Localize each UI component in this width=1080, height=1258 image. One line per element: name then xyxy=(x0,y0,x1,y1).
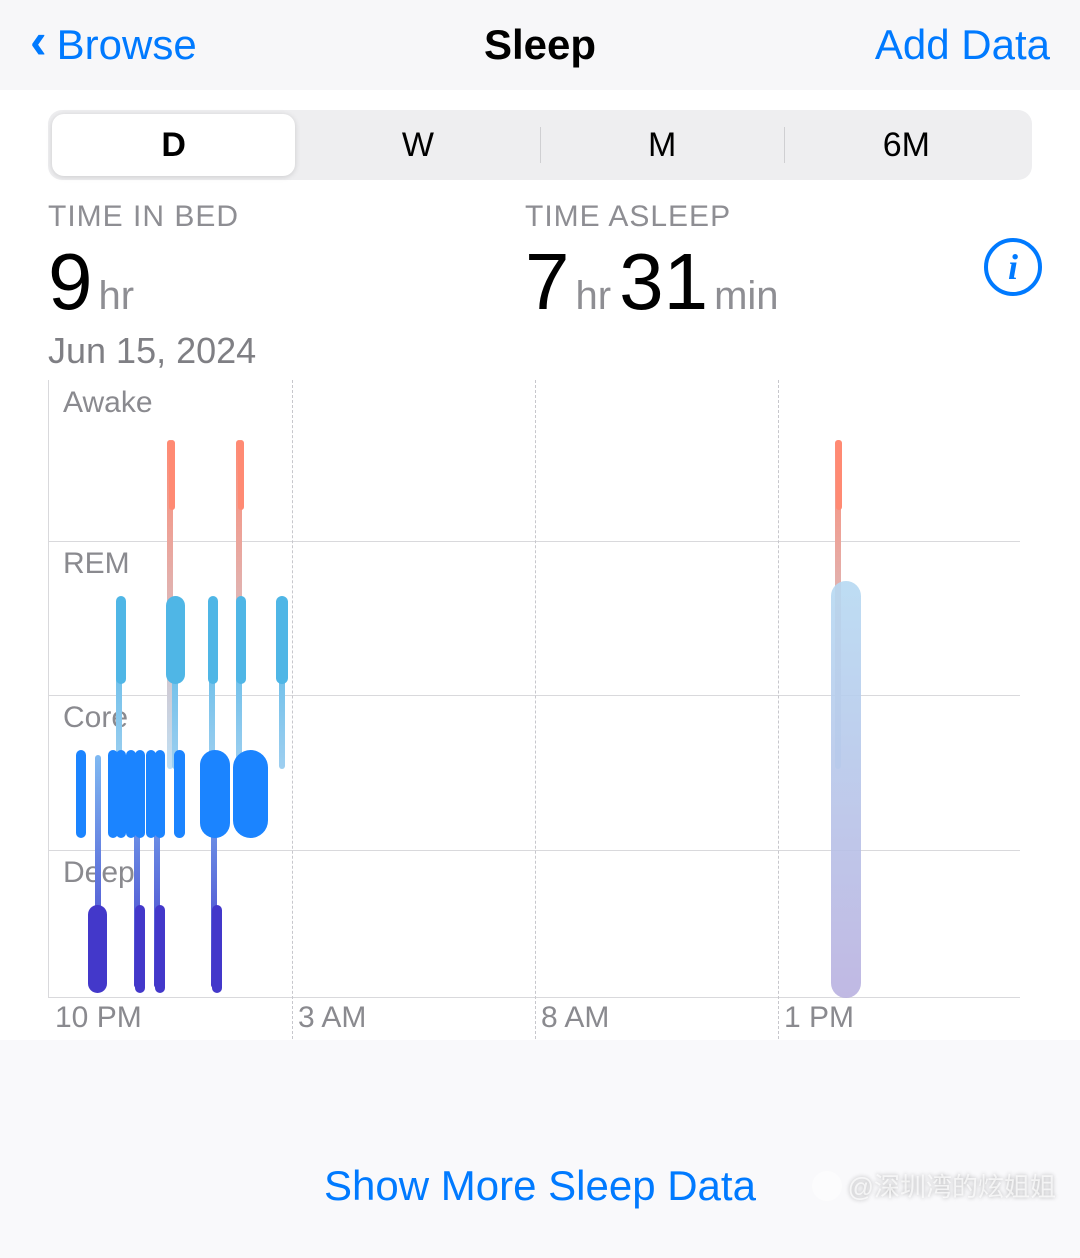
x-tick-label: 8 AM xyxy=(541,1001,609,1035)
info-icon[interactable]: i xyxy=(984,238,1042,296)
sleep-segment-deep xyxy=(155,905,165,993)
add-data-button[interactable]: Add Data xyxy=(875,21,1050,69)
time-in-bed-label: TIME IN BED xyxy=(48,200,555,234)
sleep-segment-core xyxy=(155,750,165,838)
sleep-segment-deep xyxy=(135,905,145,993)
stage-label-awake: Awake xyxy=(63,386,153,420)
watermark: @深圳湾的炫姐姐 xyxy=(812,1167,1056,1204)
sleep-segment-rem xyxy=(276,596,288,684)
time-in-bed-unit: hr xyxy=(99,274,135,319)
sleep-chart[interactable]: AwakeREMCoreDeep10 PM3 AM8 AM1 PM xyxy=(48,380,1080,1040)
time-asleep: TIME ASLEEP 7 hr 31 min xyxy=(525,200,1032,328)
sleep-segment-rem xyxy=(116,596,126,684)
sleep-segment-core xyxy=(233,750,268,838)
sleep-segment-awake xyxy=(169,440,175,510)
sleep-segment-deep xyxy=(212,905,222,993)
content-panel: D W M 6M TIME IN BED 9 hr TIME ASLEEP 7 … xyxy=(0,90,1080,1040)
x-tick-label: 1 PM xyxy=(784,1001,854,1035)
watermark-text: @深圳湾的炫姐姐 xyxy=(848,1167,1056,1204)
sleep-segment-awake xyxy=(238,440,244,510)
period-segmented-control[interactable]: D W M 6M xyxy=(48,110,1032,180)
time-asleep-label: TIME ASLEEP xyxy=(525,200,1032,234)
chart-plot-area: AwakeREMCoreDeep10 PM3 AM8 AM1 PM xyxy=(48,380,1020,998)
time-in-bed: TIME IN BED 9 hr xyxy=(48,200,555,328)
chevron-left-icon: ‹ xyxy=(30,12,47,70)
segment-month[interactable]: M xyxy=(541,114,784,176)
sleep-segment-inbed xyxy=(831,581,860,998)
time-in-bed-value: 9 xyxy=(48,236,93,328)
sleep-segment-core xyxy=(174,750,185,838)
nav-bar: ‹ Browse Sleep Add Data xyxy=(0,0,1080,90)
sleep-segment-core xyxy=(116,750,126,838)
time-asleep-hr-unit: hr xyxy=(576,274,612,319)
segment-week[interactable]: W xyxy=(296,114,539,176)
sleep-segment-core xyxy=(200,750,230,838)
summary-row: TIME IN BED 9 hr TIME ASLEEP 7 hr 31 min… xyxy=(0,180,1080,328)
sleep-segment-rem xyxy=(166,596,185,684)
back-button[interactable]: ‹ Browse xyxy=(30,16,197,74)
sleep-segment-rem xyxy=(236,596,246,684)
segment-six-month[interactable]: 6M xyxy=(785,114,1028,176)
sleep-segment-deep xyxy=(88,905,107,993)
sleep-segment-core xyxy=(135,750,145,838)
stage-label-rem: REM xyxy=(63,547,130,581)
time-asleep-min: 31 xyxy=(619,236,708,328)
x-tick-label: 3 AM xyxy=(298,1001,366,1035)
x-tick-label: 10 PM xyxy=(55,1001,142,1035)
back-label: Browse xyxy=(57,21,197,69)
time-asleep-min-unit: min xyxy=(714,274,778,319)
date-text: Jun 15, 2024 xyxy=(0,328,1080,380)
sleep-segment-rem xyxy=(208,596,218,684)
page-title: Sleep xyxy=(484,21,596,69)
sleep-segment-awake xyxy=(836,440,842,510)
segment-day[interactable]: D xyxy=(52,114,295,176)
time-asleep-hr: 7 xyxy=(525,236,570,328)
weibo-icon xyxy=(812,1171,842,1201)
sleep-segment-core xyxy=(76,750,86,838)
